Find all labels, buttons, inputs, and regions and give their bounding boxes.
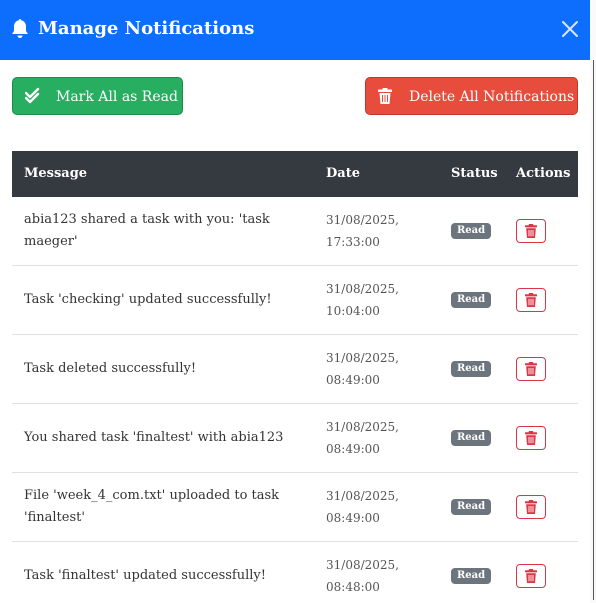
trash-icon bbox=[525, 500, 537, 514]
trash-icon bbox=[525, 431, 537, 445]
header-status: Status bbox=[451, 166, 498, 181]
row-message: File 'week_4_com.txt' uploaded to task '… bbox=[24, 488, 280, 525]
status-badge: Read bbox=[451, 223, 492, 239]
status-badge: Read bbox=[451, 361, 492, 377]
table-row: Task 'finaltest' updated successfully! 3… bbox=[12, 542, 578, 603]
delete-notification-button[interactable] bbox=[516, 357, 546, 381]
double-check-icon bbox=[25, 87, 40, 104]
edge-divider bbox=[593, 60, 594, 600]
status-badge: Read bbox=[451, 568, 492, 584]
trash-icon bbox=[525, 224, 537, 238]
header-message: Message bbox=[24, 166, 88, 181]
window-edge bbox=[590, 0, 596, 603]
row-date: 31/08/2025, 08:48:00 bbox=[326, 558, 399, 594]
status-badge: Read bbox=[451, 430, 492, 446]
table-row: Task deleted successfully! 31/08/2025, 0… bbox=[12, 335, 578, 404]
trash-icon bbox=[525, 293, 537, 307]
row-message: abia123 shared a task with you: 'task ma… bbox=[24, 212, 270, 249]
status-badge: Read bbox=[451, 292, 492, 308]
delete-notification-button[interactable] bbox=[516, 495, 546, 519]
notifications-table: Message Date Status Actions abia123 shar… bbox=[12, 151, 578, 603]
delete-all-button[interactable]: Delete All Notifications bbox=[365, 77, 578, 115]
close-icon[interactable] bbox=[560, 19, 580, 39]
row-message: Task 'checking' updated successfully! bbox=[24, 292, 272, 307]
table-header: Message Date Status Actions bbox=[12, 151, 578, 197]
row-message: You shared task 'finaltest' with abia123 bbox=[24, 430, 284, 445]
trash-icon bbox=[525, 362, 537, 376]
modal-title: Manage Notifications bbox=[38, 18, 255, 39]
mark-all-read-button[interactable]: Mark All as Read bbox=[12, 77, 183, 115]
table-row: abia123 shared a task with you: 'task ma… bbox=[12, 197, 578, 266]
trash-icon bbox=[525, 569, 537, 583]
mark-all-read-label: Mark All as Read bbox=[56, 89, 178, 105]
delete-notification-button[interactable] bbox=[516, 426, 546, 450]
row-message: Task 'finaltest' updated successfully! bbox=[24, 568, 266, 583]
row-message: Task deleted successfully! bbox=[24, 361, 197, 376]
row-date: 31/08/2025, 17:33:00 bbox=[326, 213, 399, 249]
delete-notification-button[interactable] bbox=[516, 288, 546, 312]
row-date: 31/08/2025, 10:04:00 bbox=[326, 282, 399, 318]
status-badge: Read bbox=[451, 499, 492, 515]
header-actions: Actions bbox=[516, 166, 571, 181]
trash-icon bbox=[378, 88, 392, 104]
row-date: 31/08/2025, 08:49:00 bbox=[326, 351, 399, 387]
header-date: Date bbox=[326, 166, 360, 181]
table-body: abia123 shared a task with you: 'task ma… bbox=[12, 197, 578, 603]
table-row: Task 'checking' updated successfully! 31… bbox=[12, 266, 578, 335]
row-date: 31/08/2025, 08:49:00 bbox=[326, 420, 399, 456]
modal-header: Manage Notifications bbox=[0, 0, 590, 60]
notifications-modal: Manage Notifications Mark All as Read De… bbox=[0, 0, 590, 603]
delete-notification-button[interactable] bbox=[516, 219, 546, 243]
table-row: You shared task 'finaltest' with abia123… bbox=[12, 404, 578, 473]
bell-icon bbox=[12, 19, 28, 38]
delete-notification-button[interactable] bbox=[516, 564, 546, 588]
row-date: 31/08/2025, 08:49:00 bbox=[326, 489, 399, 525]
table-row: File 'week_4_com.txt' uploaded to task '… bbox=[12, 473, 578, 542]
delete-all-label: Delete All Notifications bbox=[409, 89, 575, 105]
